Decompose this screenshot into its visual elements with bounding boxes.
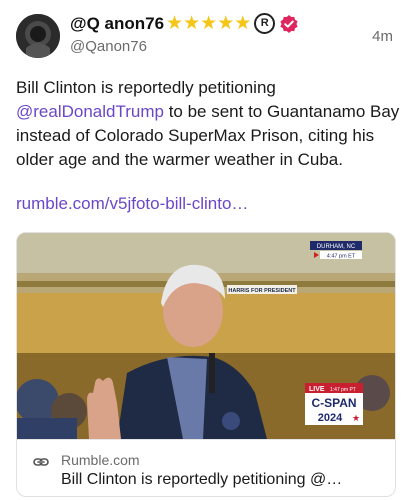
link-icon (33, 458, 49, 466)
verified-badge-icon (280, 14, 298, 33)
author-name-row: @Q anon76 ★ ★ ★ ★ ★ R (70, 13, 299, 34)
avatar[interactable] (16, 14, 60, 58)
live-text: LIVE (309, 386, 325, 393)
star-icon: ★ (217, 12, 235, 34)
author-handle[interactable]: @Qanon76 (70, 38, 147, 55)
star-badges: ★ ★ ★ ★ ★ (166, 12, 252, 34)
location-text: DURHAM, NC (317, 244, 356, 250)
display-name[interactable]: @Q anon76 (70, 14, 164, 34)
post-url-link[interactable]: rumble.com/v5jfoto-bill-clinto… (16, 194, 248, 214)
star-icon: ★ (234, 12, 252, 34)
preview-image[interactable]: HARRIS FOR PRESIDENT DURHAM, NC 4:47 pm … (17, 233, 395, 439)
link-preview-footer[interactable]: Rumble.com Bill Clinton is reportedly pe… (17, 439, 395, 496)
post-text-start: Bill Clinton is reportedly petitioning (16, 78, 276, 97)
star-icon: ★ (166, 12, 184, 34)
star-icon: ★ (183, 12, 201, 34)
post[interactable]: @Q anon76 ★ ★ ★ ★ ★ R @Qanon76 4m Bill C… (0, 0, 411, 500)
mention-link[interactable]: @realDonaldTrump (16, 102, 164, 121)
star-icon: ★ (352, 413, 360, 423)
star-icon: ★ (200, 12, 218, 34)
link-domain: Rumble.com (61, 452, 140, 468)
link-preview-card[interactable]: HARRIS FOR PRESIDENT DURHAM, NC 4:47 pm … (16, 232, 396, 497)
post-timestamp: 4m (372, 28, 393, 45)
banner-text: HARRIS FOR PRESIDENT (228, 288, 296, 294)
year-text: 2024 (318, 412, 343, 424)
live-time-text: 1:47 pm PT (330, 387, 356, 393)
link-title[interactable]: Bill Clinton is reportedly petitioning @… (61, 471, 386, 489)
registered-mark-icon: R (254, 13, 276, 34)
post-text: Bill Clinton is reportedly petitioning @… (16, 76, 401, 172)
network-text: C-SPAN (311, 396, 356, 410)
time-text: 4:47 pm ET (327, 254, 356, 260)
